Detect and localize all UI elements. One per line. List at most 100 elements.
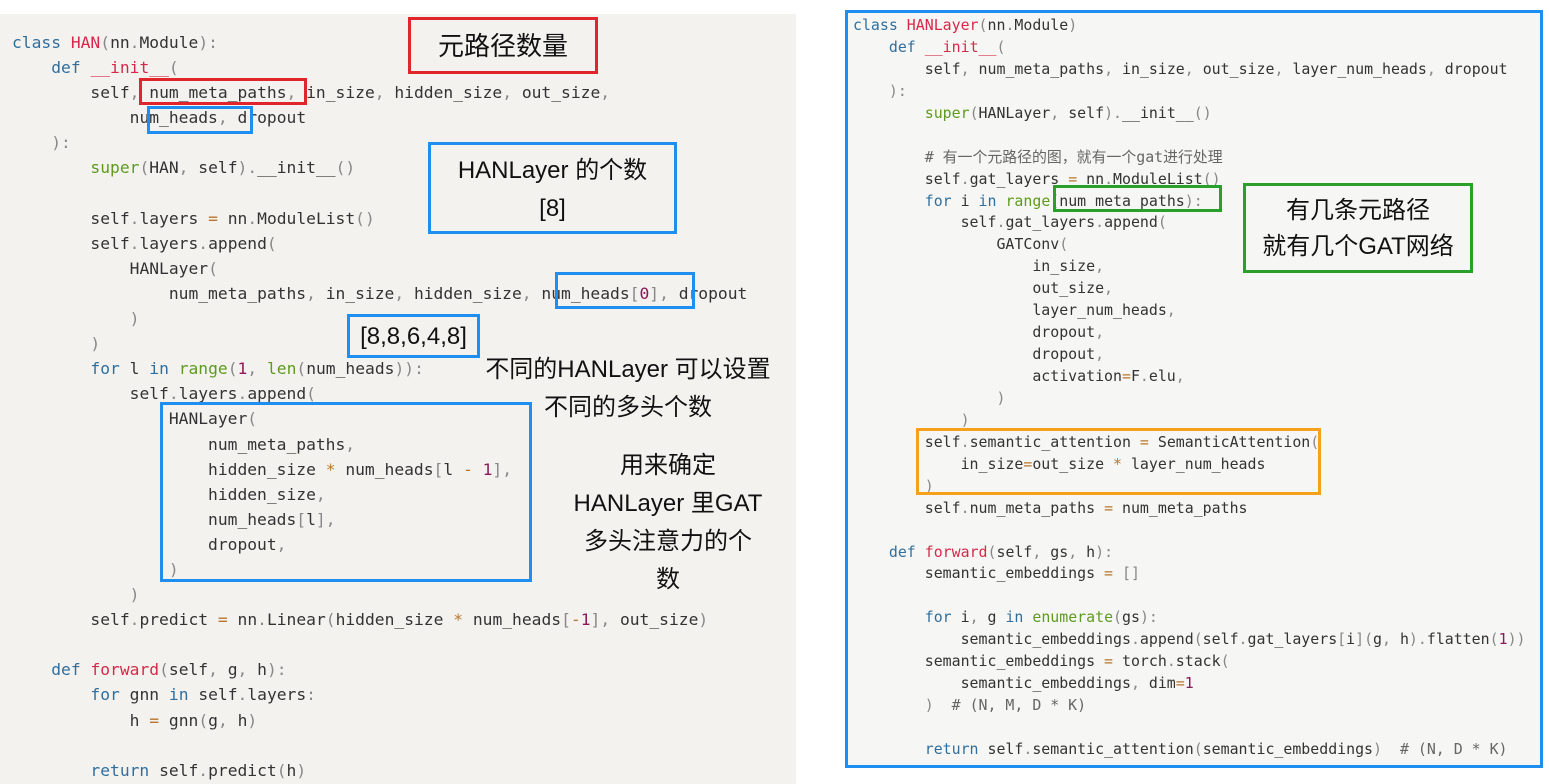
code-token: i (960, 608, 970, 627)
code-token: __init__ (257, 158, 336, 178)
code-token: ( (1113, 608, 1123, 627)
code-token: . (257, 610, 267, 630)
code-token: self (924, 169, 961, 188)
code-token: self (90, 208, 130, 228)
code-token: ( (276, 760, 287, 780)
code-token: ( (266, 233, 277, 253)
code-token: . (1166, 652, 1176, 671)
code-token: self (129, 384, 169, 404)
code-token: forward (924, 542, 988, 561)
code-token: ( (1220, 652, 1230, 671)
semantic-attention-highlight (916, 428, 1321, 495)
code-token: nn (227, 208, 248, 228)
code-token: . (129, 208, 140, 228)
code-line: ) # (N, M, D * K) (853, 695, 1526, 717)
code-token: ( (996, 37, 1006, 56)
code-token: , (129, 83, 140, 103)
code-token: Module (1014, 16, 1069, 34)
code-line: h = gnn(g, h) (12, 708, 747, 733)
code-token: * (453, 610, 464, 630)
code-line: self, num_meta_paths, in_size, hidden_si… (12, 80, 747, 105)
code-token: gat_layers (1005, 213, 1096, 232)
code-token: num_meta_paths (1122, 498, 1248, 517)
code-token: ) (1373, 739, 1382, 758)
code-token: semantic_attention (1032, 739, 1194, 758)
code-line: out_size, (853, 278, 1526, 300)
code-token: self (90, 83, 130, 103)
code-token: return (90, 760, 150, 780)
code-line: layer_num_heads, (853, 300, 1526, 322)
code-token: # 有一个元路径的图，就有一个gat进行处理 (924, 147, 1223, 166)
num-heads-highlight (147, 106, 253, 134)
code-token: in_size (325, 283, 395, 303)
code-token: . (1139, 367, 1149, 385)
code-token: ) (1104, 103, 1114, 122)
code-token: semantic_embeddings (1202, 739, 1374, 758)
code-token: dropout (1032, 345, 1096, 364)
code-token: , (1104, 279, 1114, 298)
code-token: . (129, 233, 140, 253)
code-token: self (159, 760, 199, 780)
range-num-meta-paths-highlight (1053, 185, 1222, 212)
code-token: gat_layers (1247, 630, 1338, 649)
code-token: ) (996, 388, 1006, 407)
code-token: in_size (306, 83, 375, 103)
code-token: - (570, 610, 581, 630)
code-token: ( (978, 16, 988, 34)
code-token: HAN (149, 158, 179, 178)
code-token: class (853, 16, 898, 34)
code-token: 1 (237, 359, 248, 379)
code-token: ( (159, 660, 169, 680)
code-token: , (1382, 630, 1391, 649)
code-line: self.num_meta_paths = num_meta_paths (853, 498, 1526, 520)
code-line: for i, g in enumerate(gs): (853, 607, 1526, 629)
code-line: activation=F.elu, (853, 366, 1526, 388)
code-token: 1 (1498, 630, 1508, 649)
code-token: in_size (1122, 59, 1185, 78)
code-token: num_meta_paths (969, 498, 1096, 517)
code-token: ] (1355, 630, 1365, 649)
code-line: self.predict = nn.Linear(hidden_size * n… (12, 607, 747, 632)
code-token: , (1426, 59, 1436, 78)
code-token: : (306, 685, 316, 705)
code-line: for gnn in self.layers: (12, 682, 747, 707)
code-token: hidden_size (413, 283, 522, 303)
gat-heads-note-line3: 多头注意力的个 (584, 528, 752, 555)
code-token: F (1130, 367, 1140, 385)
code-token: forward (90, 660, 160, 680)
code-token: . (129, 33, 140, 52)
code-line: ): (853, 81, 1526, 103)
code-token: HANLayer (129, 258, 209, 278)
code-line: dropout, (853, 344, 1526, 366)
code-line: return self.semantic_attention(semantic_… (853, 739, 1526, 761)
code-token: ) (51, 133, 62, 153)
